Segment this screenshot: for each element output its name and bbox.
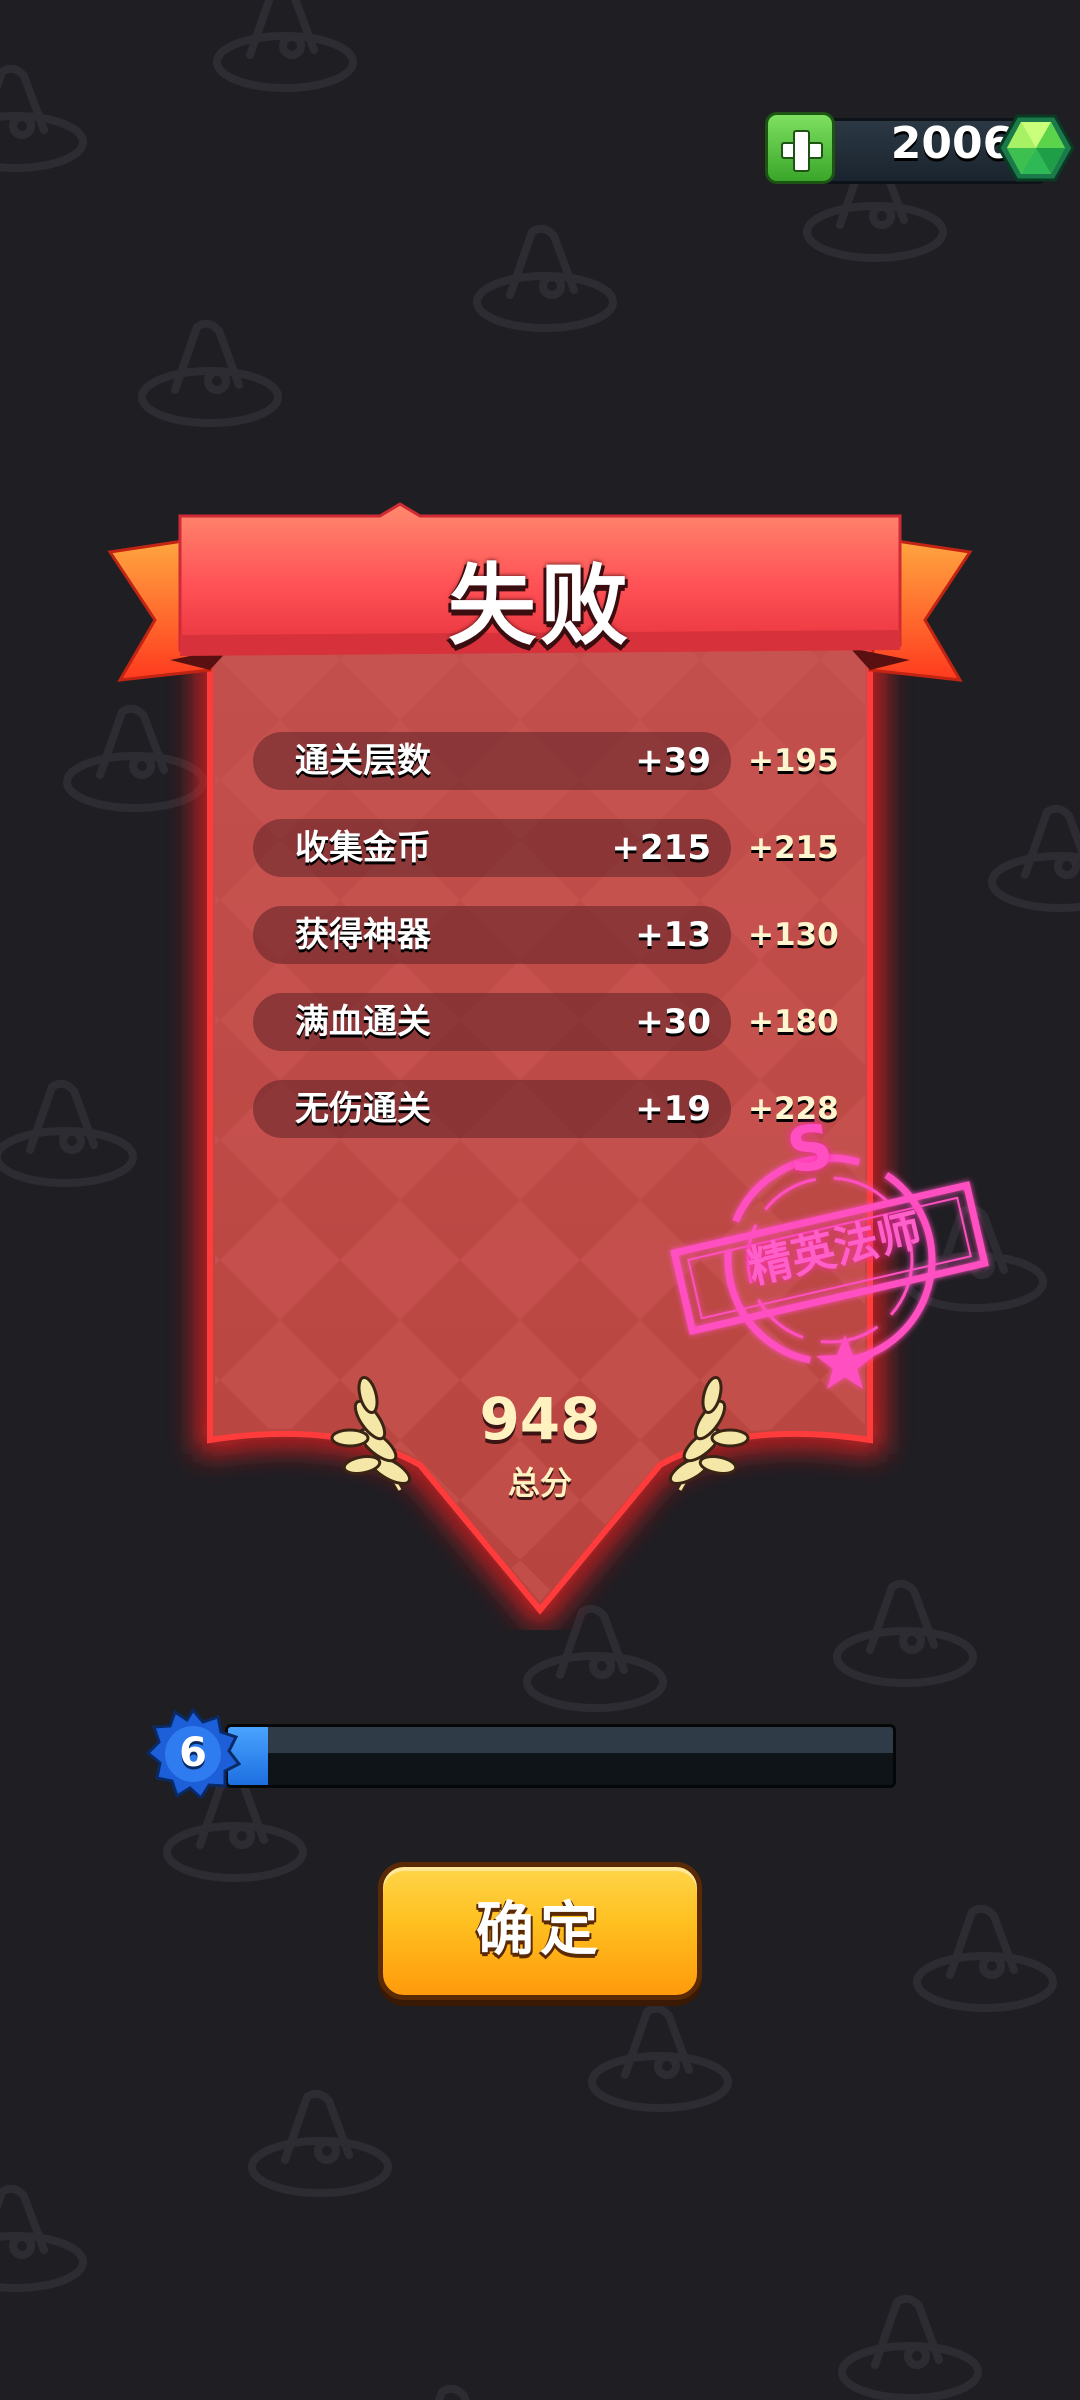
game-result-screen: 2006 失败 通关层数 +39 +195 收集金币 +215 +215 获得神… (0, 0, 1080, 2400)
witch-hat-icon (585, 2000, 735, 2120)
rank-letter: S (782, 1109, 838, 1188)
stat-value: +13 (635, 915, 711, 955)
rank-stamp: S 精英法师 (660, 1109, 1000, 1400)
stat-label: 获得神器 (295, 915, 431, 955)
witch-hat-icon (380, 2380, 530, 2400)
witch-hat-icon (210, 0, 360, 100)
stat-points: +195 (748, 743, 839, 779)
gem-counter: 2006 (765, 112, 1075, 184)
green-gem-icon (997, 114, 1075, 182)
stat-label: 收集金币 (295, 828, 431, 868)
total-score: 948 (479, 1385, 601, 1453)
witch-hat-icon (470, 220, 620, 340)
witch-hat-icon (135, 315, 285, 435)
result-title: 失败 (447, 554, 632, 657)
stat-value: +215 (611, 828, 711, 868)
add-gems-button[interactable] (765, 112, 835, 184)
level-progress: 6 (145, 1708, 896, 1798)
result-banner: 失败 通关层数 +39 +195 收集金币 +215 +215 获得神器 +13… (100, 480, 980, 1630)
stat-value: +30 (635, 1002, 711, 1042)
stat-row-artifacts: 获得神器 +13 +130 (253, 906, 839, 964)
stat-value: +39 (635, 741, 711, 781)
stat-row-floors: 通关层数 +39 +195 (253, 732, 839, 790)
witch-hat-icon (0, 2180, 90, 2300)
level-progress-track (225, 1724, 896, 1788)
stat-label: 无伤通关 (295, 1089, 431, 1129)
stat-points: +130 (748, 917, 839, 953)
witch-hat-icon (985, 800, 1080, 920)
stat-label: 满血通关 (295, 1002, 431, 1042)
witch-hat-icon (835, 2290, 985, 2400)
stat-label: 通关层数 (295, 741, 431, 781)
stat-points: +215 (748, 830, 839, 866)
witch-hat-icon (910, 1900, 1060, 2020)
total-score-label: 总分 (507, 1464, 572, 1502)
stat-points: +180 (748, 1004, 839, 1040)
witch-hat-icon (245, 2085, 395, 2205)
stat-row-coins: 收集金币 +215 +215 (253, 819, 839, 877)
witch-hat-icon (0, 60, 90, 180)
stat-row-full-health: 满血通关 +30 +180 (253, 993, 839, 1051)
level-number: 6 (179, 1730, 207, 1776)
confirm-button[interactable]: 确定 (378, 1862, 702, 2000)
